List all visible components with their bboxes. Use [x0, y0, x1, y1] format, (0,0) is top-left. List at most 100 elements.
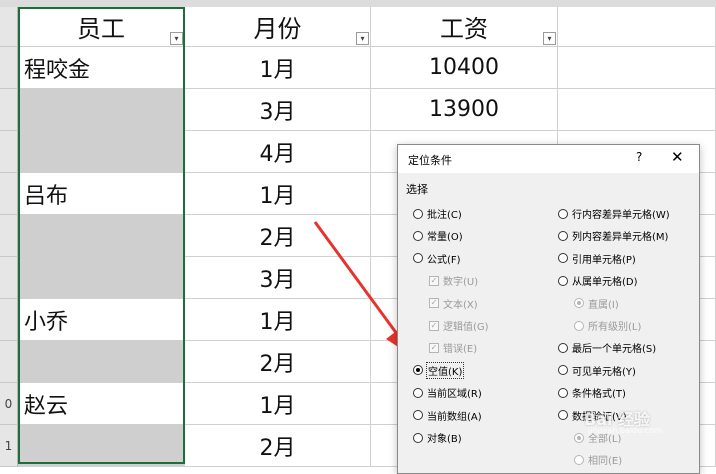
- row-header[interactable]: [0, 47, 18, 89]
- radio-icon[interactable]: [574, 298, 584, 309]
- header-cell-employee[interactable]: 员工 ▾: [18, 7, 185, 47]
- option-left-7[interactable]: 空值(K): [413, 361, 465, 379]
- cell-salary[interactable]: 13900: [371, 89, 558, 131]
- option-left-3[interactable]: ✓ 数字(U): [429, 273, 478, 288]
- cell-employee[interactable]: [18, 131, 185, 173]
- radio-icon[interactable]: [558, 230, 568, 241]
- row-header[interactable]: 1: [0, 425, 18, 467]
- cell-text: 吕布: [24, 183, 69, 209]
- option-right-8[interactable]: 条件格式(T): [558, 385, 626, 400]
- cell-month[interactable]: 4月: [185, 131, 371, 173]
- option-left-9[interactable]: 当前数组(A): [413, 408, 482, 423]
- option-left-10[interactable]: 对象(B): [413, 430, 462, 445]
- radio-icon[interactable]: [558, 365, 568, 376]
- cell-employee[interactable]: 程咬金: [18, 47, 185, 89]
- option-right-4[interactable]: 直属(I): [574, 296, 619, 311]
- empty-cell[interactable]: [558, 47, 716, 89]
- option-right-3[interactable]: 从属单元格(D): [558, 273, 638, 288]
- radio-icon[interactable]: [413, 387, 423, 398]
- option-left-4[interactable]: ✓ 文本(X): [429, 296, 478, 311]
- option-right-2[interactable]: 引用单元格(P): [558, 251, 636, 266]
- cell-month[interactable]: 3月: [185, 257, 371, 299]
- cell-month[interactable]: 1月: [185, 299, 371, 341]
- row-header[interactable]: [0, 89, 18, 131]
- cell-text: 4月: [259, 141, 296, 167]
- row-header[interactable]: [0, 131, 18, 173]
- cell-salary[interactable]: 10400: [371, 47, 558, 89]
- row-header[interactable]: [0, 257, 18, 299]
- cell-employee[interactable]: [18, 257, 185, 299]
- header-salary-text: 工资: [440, 15, 488, 43]
- close-icon[interactable]: ✕: [671, 148, 684, 166]
- checkbox-icon[interactable]: ✓: [429, 320, 439, 331]
- empty-cell[interactable]: [558, 7, 716, 47]
- radio-icon[interactable]: [413, 253, 423, 264]
- cell-month[interactable]: 2月: [185, 425, 371, 467]
- cell-employee[interactable]: [18, 215, 185, 257]
- option-left-2[interactable]: 公式(F): [413, 251, 461, 266]
- radio-icon[interactable]: [558, 342, 568, 353]
- radio-icon[interactable]: [413, 432, 423, 443]
- header-cell-month[interactable]: 月份 ▾: [185, 7, 371, 47]
- radio-icon[interactable]: [574, 432, 584, 443]
- cell-employee[interactable]: [18, 89, 185, 131]
- section-label: 选择: [406, 183, 428, 196]
- radio-icon[interactable]: [558, 387, 568, 398]
- cell-employee[interactable]: 赵云: [18, 383, 185, 425]
- checkbox-icon[interactable]: ✓: [429, 342, 439, 353]
- radio-icon[interactable]: [413, 208, 423, 219]
- cell-text: 1月: [259, 393, 296, 419]
- radio-icon[interactable]: [574, 454, 584, 465]
- option-label: 条件格式(T): [572, 389, 626, 401]
- row-header[interactable]: 0: [0, 383, 18, 425]
- cell-month[interactable]: 1月: [185, 47, 371, 89]
- option-right-5[interactable]: 所有级别(L): [574, 318, 641, 333]
- option-label: 最后一个单元格(S): [572, 344, 657, 356]
- option-left-0[interactable]: 批注(C): [413, 206, 462, 221]
- radio-icon[interactable]: [413, 410, 423, 421]
- option-right-7[interactable]: 可见单元格(Y): [558, 363, 636, 378]
- filter-dropdown-icon[interactable]: ▾: [543, 32, 556, 45]
- option-right-1[interactable]: 列内容差异单元格(M): [558, 228, 668, 243]
- radio-icon[interactable]: [413, 365, 423, 376]
- radio-icon[interactable]: [558, 410, 568, 421]
- option-left-5[interactable]: ✓ 逻辑值(G): [429, 318, 489, 333]
- cell-month[interactable]: 1月: [185, 173, 371, 215]
- cell-employee[interactable]: [18, 425, 185, 467]
- checkbox-icon[interactable]: ✓: [429, 275, 439, 286]
- cell-employee[interactable]: 吕布: [18, 173, 185, 215]
- cell-employee[interactable]: 小乔: [18, 299, 185, 341]
- row-header[interactable]: [0, 299, 18, 341]
- radio-icon[interactable]: [558, 275, 568, 286]
- radio-icon[interactable]: [558, 253, 568, 264]
- dialog-title: 定位条件: [408, 154, 452, 167]
- option-label: 文本(X): [443, 299, 478, 311]
- option-right-0[interactable]: 行内容差异单元格(W): [558, 206, 670, 221]
- cell-month[interactable]: 1月: [185, 383, 371, 425]
- header-cell-salary[interactable]: 工资 ▾: [371, 7, 558, 47]
- radio-icon[interactable]: [413, 230, 423, 241]
- checkbox-icon[interactable]: ✓: [429, 298, 439, 309]
- cell-text: 赵云: [24, 393, 69, 419]
- row-header[interactable]: [0, 341, 18, 383]
- radio-icon[interactable]: [558, 208, 568, 219]
- row-header[interactable]: [0, 173, 18, 215]
- option-label: 数字(U): [443, 277, 479, 289]
- filter-dropdown-icon[interactable]: ▾: [356, 32, 369, 45]
- empty-cell[interactable]: [558, 89, 716, 131]
- cell-employee[interactable]: [18, 341, 185, 383]
- option-left-1[interactable]: 常量(O): [413, 228, 463, 243]
- cell-month[interactable]: 2月: [185, 341, 371, 383]
- option-left-6[interactable]: ✓ 错误(E): [429, 340, 477, 355]
- filter-dropdown-icon[interactable]: ▾: [170, 32, 183, 45]
- option-right-6[interactable]: 最后一个单元格(S): [558, 340, 656, 355]
- row-header[interactable]: [0, 7, 18, 47]
- help-icon[interactable]: ?: [636, 150, 642, 164]
- option-right-11[interactable]: 相同(E): [574, 452, 622, 467]
- row-header[interactable]: [0, 215, 18, 257]
- cell-month[interactable]: 2月: [185, 215, 371, 257]
- radio-icon[interactable]: [574, 320, 584, 331]
- option-label: 引用单元格(P): [572, 254, 636, 266]
- cell-month[interactable]: 3月: [185, 89, 371, 131]
- option-left-8[interactable]: 当前区域(R): [413, 385, 482, 400]
